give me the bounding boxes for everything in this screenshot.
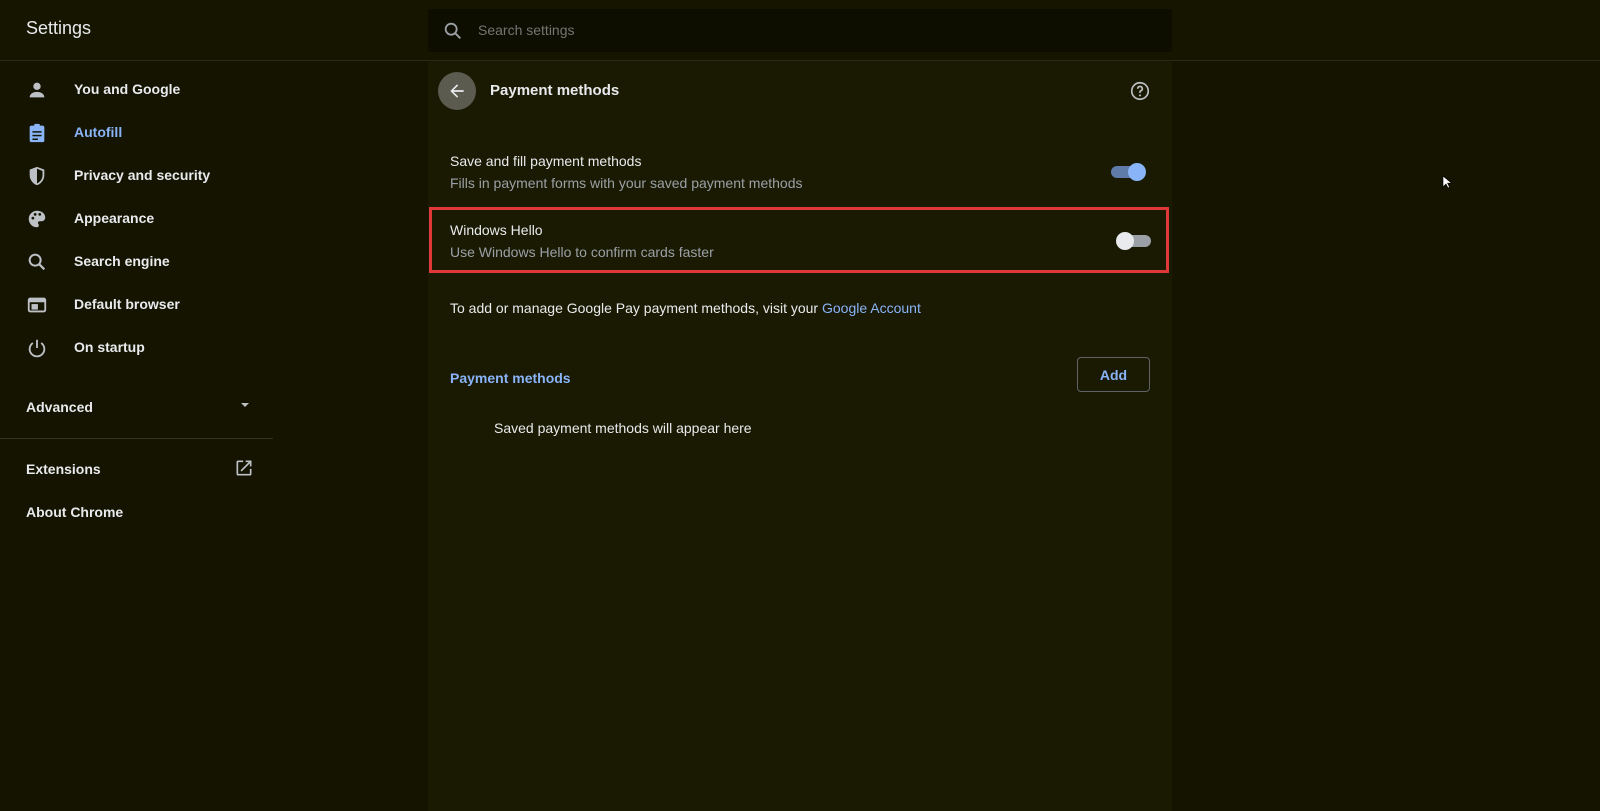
- sidebar-item-label: On startup: [74, 339, 145, 355]
- sidebar-item-label: Appearance: [74, 210, 155, 226]
- google-pay-text: To add or manage Google Pay payment meth…: [450, 300, 819, 316]
- windows-hello-subtitle: Use Windows Hello to confirm cards faste…: [450, 244, 714, 260]
- save-fill-title: Save and fill payment methods: [450, 153, 642, 169]
- search-box[interactable]: [428, 9, 1172, 52]
- sidebar-item-search-engine[interactable]: Search engine: [0, 242, 273, 282]
- sidebar-item-label: Default browser: [74, 296, 180, 312]
- open-in-new-icon[interactable]: [234, 458, 254, 478]
- shield-icon: [29, 166, 45, 186]
- power-icon: [28, 339, 46, 358]
- help-icon[interactable]: [1129, 80, 1151, 102]
- sidebar: You and Google Autofill Privacy and secu…: [0, 61, 273, 811]
- save-fill-subtitle: Fills in payment forms with your saved p…: [450, 175, 803, 191]
- highlight-annotation: [429, 207, 1169, 273]
- google-pay-info: To add or manage Google Pay payment meth…: [450, 300, 921, 316]
- advanced-toggle[interactable]: Advanced: [26, 399, 93, 415]
- sidebar-divider: [0, 438, 273, 439]
- sidebar-item-you-and-google[interactable]: You and Google: [0, 70, 273, 110]
- sidebar-item-on-startup[interactable]: On startup: [0, 328, 273, 368]
- person-icon: [29, 82, 45, 98]
- sidebar-item-label: Autofill: [74, 124, 123, 140]
- windows-hello-title: Windows Hello: [450, 222, 543, 238]
- payment-methods-card: Payment methods Save and fill payment me…: [428, 61, 1172, 811]
- save-fill-toggle[interactable]: [1108, 162, 1146, 182]
- top-bar: Settings: [0, 0, 1600, 61]
- arrow-back-icon: [450, 84, 464, 98]
- app-title: Settings: [26, 18, 92, 38]
- google-account-link[interactable]: Google Account: [822, 300, 921, 316]
- sidebar-item-label: You and Google: [74, 81, 181, 97]
- toggle-knob: [1128, 163, 1146, 181]
- clipboard-icon: [29, 123, 45, 143]
- extensions-link[interactable]: Extensions: [26, 461, 101, 477]
- add-payment-method-button[interactable]: Add: [1077, 357, 1150, 392]
- back-button[interactable]: [438, 72, 476, 110]
- search-icon: [28, 253, 46, 271]
- empty-list-message: Saved payment methods will appear here: [494, 420, 752, 436]
- payment-methods-heading: Payment methods: [450, 370, 571, 386]
- browser-window-icon: [27, 297, 47, 313]
- windows-hello-toggle[interactable]: [1116, 231, 1154, 251]
- toggle-knob: [1116, 232, 1134, 250]
- mouse-cursor-icon: [1442, 175, 1452, 189]
- sidebar-item-appearance[interactable]: Appearance: [0, 199, 273, 239]
- search-input[interactable]: [478, 22, 1078, 38]
- search-icon: [444, 22, 461, 39]
- about-chrome-link[interactable]: About Chrome: [26, 504, 123, 520]
- sidebar-item-label: Privacy and security: [74, 167, 211, 183]
- sidebar-item-autofill[interactable]: Autofill: [0, 113, 273, 153]
- page-title: Payment methods: [490, 82, 620, 99]
- chevron-down-icon[interactable]: [238, 398, 252, 412]
- sidebar-item-label: Search engine: [74, 253, 170, 269]
- sidebar-item-privacy-and-security[interactable]: Privacy and security: [0, 156, 273, 196]
- sidebar-item-default-browser[interactable]: Default browser: [0, 285, 273, 325]
- palette-icon: [28, 210, 46, 228]
